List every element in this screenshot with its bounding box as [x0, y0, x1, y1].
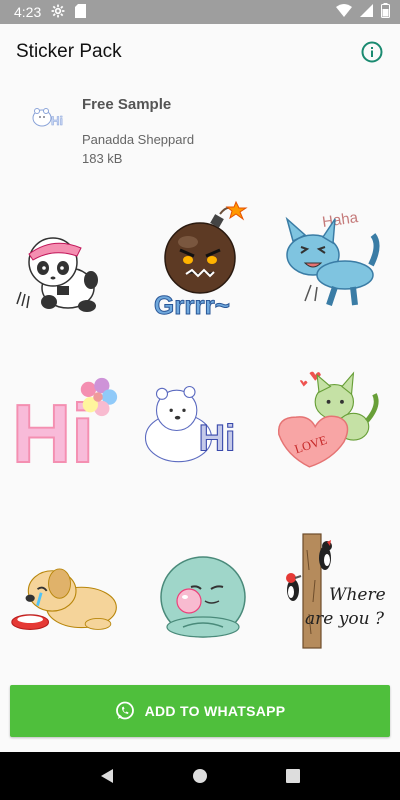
recents-square-icon: [286, 769, 301, 783]
settings-gear-icon: [51, 4, 65, 21]
green-cat-love-heart-sticker-icon: LOVE: [277, 371, 379, 468]
status-time: 4:23: [14, 4, 42, 20]
page-title: Sticker Pack: [16, 41, 122, 62]
sticker-text: Hi: [199, 418, 236, 459]
sticker-woodpecker[interactable]: Where are you ?: [275, 530, 385, 650]
tray-icon: Hi: [28, 96, 68, 136]
sd-card-icon: [75, 3, 87, 21]
pink-hi-sticker-icon: Hi: [11, 377, 118, 470]
pack-publisher: Panadda Sheppard: [82, 132, 195, 147]
sticker-panda[interactable]: [8, 210, 118, 330]
angry-bomb-sticker-icon: Grrrr~: [153, 200, 248, 320]
sticker-bomb[interactable]: Grrrr~: [145, 200, 255, 320]
info-button[interactable]: [360, 40, 384, 64]
sticker-text-line2: are you ?: [305, 609, 385, 629]
crying-puppy-sticker-icon: [11, 568, 117, 630]
panda-running-sticker-icon: [16, 237, 98, 312]
sticker-blue-cat[interactable]: Haha: [275, 200, 385, 320]
bubblegum-seal-sticker-icon: [160, 556, 246, 638]
sticker-text: Haha: [321, 209, 360, 231]
whatsapp-icon: [115, 701, 134, 720]
sticker-polar-bear[interactable]: Hi: [140, 365, 250, 485]
app-bar: Sticker Pack: [0, 24, 400, 80]
home-button[interactable]: [186, 762, 214, 790]
home-circle-icon: [192, 769, 207, 783]
sticker-text: Hi: [12, 389, 94, 470]
status-bar: 4:23: [0, 0, 400, 24]
add-to-whatsapp-label: ADD TO WHATSAPP: [144, 703, 286, 719]
svg-text:Hi: Hi: [51, 114, 63, 128]
back-triangle-icon: [100, 769, 113, 783]
sticker-seal[interactable]: [148, 535, 258, 655]
battery-icon: [381, 3, 390, 21]
wifi-icon: [336, 4, 352, 20]
sticker-green-cat[interactable]: LOVE: [275, 360, 385, 480]
polar-bear-hi-sticker-icon: Hi: [144, 385, 236, 463]
blue-cat-laughing-sticker-icon: Haha: [285, 209, 380, 306]
add-to-whatsapp-button[interactable]: ADD TO WHATSAPP: [10, 685, 390, 737]
sticker-puppy[interactable]: [10, 530, 120, 650]
woodpecker-where-are-you-sticker-icon: Where are you ?: [286, 533, 385, 649]
signal-icon: [360, 4, 373, 20]
sticker-grid: Grrrr~ Haha Hi Hi LOVE Where are you ?: [0, 190, 400, 670]
pack-size: 183 kB: [82, 151, 123, 166]
info-icon: [361, 41, 383, 63]
pack-name: Free Sample: [82, 96, 172, 113]
pack-header: Hi Free Sample Panadda Sheppard 183 kB: [0, 88, 400, 178]
sticker-pink-hi[interactable]: Hi: [10, 360, 120, 480]
sticker-text: Grrrr~: [154, 290, 230, 320]
recents-button[interactable]: [279, 762, 307, 790]
system-nav-bar: [0, 752, 400, 800]
back-button[interactable]: [93, 762, 121, 790]
sticker-text-line1: Where: [329, 585, 385, 605]
